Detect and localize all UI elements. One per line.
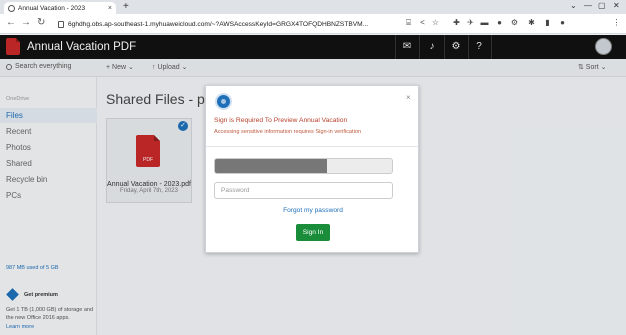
email-field[interactable]	[214, 158, 393, 174]
close-window-button[interactable]: ✕	[613, 1, 620, 10]
forgot-password-link[interactable]: Forgot my password	[214, 207, 412, 214]
forward-icon[interactable]: →	[21, 17, 31, 28]
redacted-email-value	[215, 159, 327, 173]
tab-search-icon[interactable]: ⌄	[570, 1, 577, 10]
extension-icon[interactable]: ✈	[466, 18, 475, 27]
back-icon[interactable]: ←	[6, 17, 16, 28]
share-icon[interactable]: <	[418, 18, 427, 27]
extension-icon[interactable]: ●	[495, 18, 504, 27]
bookmark-star-icon[interactable]: ☆	[431, 18, 440, 27]
extension-icon[interactable]: ⚙	[510, 18, 519, 27]
profile-icon[interactable]: ●	[558, 18, 567, 27]
address-url[interactable]: 6ghdhg.obs.ap-southeast-1.myhuaweicloud.…	[68, 21, 368, 28]
maximize-button[interactable]: ▢	[598, 1, 606, 10]
extension-icon[interactable]: ▬	[480, 18, 489, 27]
browser-tab-strip: Annual Vacation - 2023 × + ⌄ — ▢ ✕	[0, 0, 626, 14]
menu-icon[interactable]: ⋮	[612, 18, 621, 27]
new-tab-button[interactable]: +	[123, 1, 129, 12]
lock-icon[interactable]	[58, 20, 64, 28]
sidepanel-icon[interactable]: ▮	[543, 18, 552, 27]
signin-button[interactable]: Sign In	[296, 224, 330, 241]
extension-icon[interactable]: ✚	[452, 18, 461, 27]
browser-tab[interactable]: Annual Vacation - 2023 ×	[4, 2, 116, 14]
signin-modal: × Sign is Required To Preview Annual Vac…	[205, 85, 419, 253]
extensions-puzzle-icon[interactable]: ✱	[527, 18, 536, 27]
modal-subtitle: Accessing sensitive information requires…	[214, 129, 362, 135]
globe-icon	[8, 4, 15, 12]
translate-icon[interactable]: ⌸	[404, 18, 413, 27]
password-field[interactable]	[214, 182, 393, 199]
globe-icon	[215, 93, 232, 110]
divider	[206, 146, 418, 147]
reload-icon[interactable]: ↻	[37, 17, 45, 28]
minimize-button[interactable]: —	[584, 1, 592, 10]
close-icon[interactable]: ×	[406, 93, 411, 102]
modal-title: Sign is Required To Preview Annual Vacat…	[214, 117, 348, 124]
tab-title: Annual Vacation - 2023	[18, 4, 86, 12]
browser-toolbar: ← → ↻ 6ghdhg.obs.ap-southeast-1.myhuawei…	[0, 14, 626, 34]
tab-close-icon[interactable]: ×	[108, 5, 112, 12]
address-bar[interactable]: 6ghdhg.obs.ap-southeast-1.myhuaweicloud.…	[58, 17, 403, 31]
